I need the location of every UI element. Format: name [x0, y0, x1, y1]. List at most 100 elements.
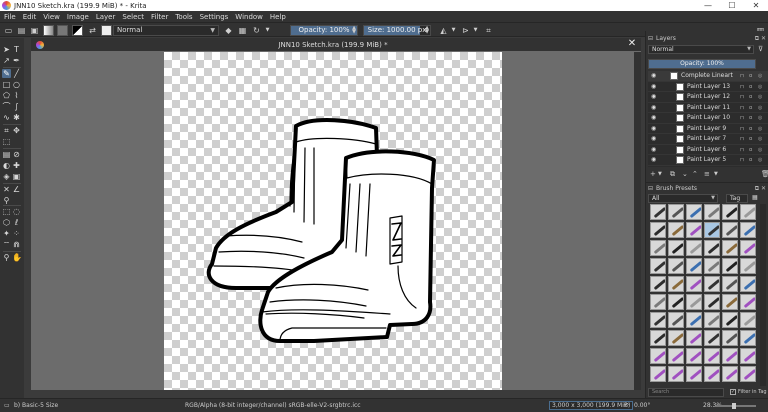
color-swatch[interactable]: [72, 25, 83, 36]
brush-preset-thumbnail[interactable]: [686, 222, 702, 238]
brush-preset-thumbnail[interactable]: [704, 348, 720, 364]
brush-preset-thumbnail[interactable]: [668, 366, 684, 382]
visibility-eye-icon[interactable]: ◉: [651, 104, 656, 111]
close-document-button[interactable]: ✕: [627, 38, 637, 50]
menu-view[interactable]: View: [43, 13, 60, 21]
crop-tool-icon[interactable]: ⌗: [2, 126, 11, 135]
brush-preset-thumbnail[interactable]: [686, 312, 702, 328]
zoom-tool-icon[interactable]: ⚲: [2, 253, 11, 262]
brush-preset-thumbnail[interactable]: [722, 330, 738, 346]
move-tool-icon[interactable]: ✥: [12, 126, 21, 135]
brush-preset-thumbnail[interactable]: [722, 294, 738, 310]
docker-float-icon[interactable]: ⊟: [648, 34, 653, 43]
brush-preset-thumbnail[interactable]: [668, 276, 684, 292]
layer-row[interactable]: ◉ Paint Layer 13 ⊓ α ◎: [648, 82, 768, 92]
tag-select[interactable]: Tag: [726, 194, 748, 203]
docker-close-icon[interactable]: ✕: [761, 184, 766, 193]
menu-layer[interactable]: Layer: [96, 13, 116, 21]
alpha-lock-icon[interactable]: α: [749, 113, 752, 123]
brush-preset-thumbnail[interactable]: [668, 330, 684, 346]
brush-preset-thumbnail[interactable]: [740, 204, 756, 220]
bezier-selection-tool-icon[interactable]: ⌔: [2, 240, 11, 249]
lock-icon[interactable]: ⊓: [740, 134, 744, 144]
brush-preset-thumbnail[interactable]: [650, 240, 666, 256]
polygonal-selection-tool-icon[interactable]: ⬡: [2, 218, 11, 227]
delete-layer-icon[interactable]: 🗑: [761, 169, 768, 179]
filter-in-tag-checkbox[interactable]: ✓: [730, 388, 736, 395]
brush-preset-thumbnail[interactable]: [740, 222, 756, 238]
swap-colors-icon[interactable]: ⇄: [88, 26, 97, 35]
alpha-lock-icon[interactable]: α: [749, 124, 752, 134]
mirror-horizontal-icon[interactable]: ◭: [439, 26, 448, 35]
alpha-lock-icon[interactable]: α: [749, 82, 752, 92]
brush-preset-thumbnail[interactable]: [650, 276, 666, 292]
vertical-scrollbar[interactable]: [634, 52, 641, 390]
edit-shapes-tool-icon[interactable]: ↗: [2, 56, 11, 65]
visibility-eye-icon[interactable]: ◉: [651, 156, 656, 163]
layer-row[interactable]: ◉ Paint Layer 5 ⊓ α ◎: [648, 155, 768, 166]
brush-preset-thumbnail[interactable]: [650, 348, 666, 364]
canvas[interactable]: [164, 52, 502, 390]
menu-filter[interactable]: Filter: [151, 13, 168, 21]
select-shapes-tool-icon[interactable]: ➤: [2, 45, 11, 54]
magnetic-selection-tool-icon[interactable]: ⋒: [12, 240, 21, 249]
brush-preset-thumbnail[interactable]: [686, 276, 702, 292]
pattern-selector[interactable]: [57, 25, 68, 36]
brush-preset-thumbnail[interactable]: [740, 348, 756, 364]
line-tool-icon[interactable]: ╱: [12, 69, 21, 78]
brush-preset-thumbnail[interactable]: [650, 330, 666, 346]
menu-select[interactable]: Select: [122, 13, 144, 21]
open-document-icon[interactable]: ▤: [17, 26, 26, 35]
size-slider[interactable]: Size: 1000.00 px ▲ ▼: [363, 25, 431, 36]
alpha-lock-icon[interactable]: α: [749, 145, 752, 155]
brush-preset-thumbnail[interactable]: [668, 222, 684, 238]
layer-row[interactable]: ◉ Paint Layer 7 ⊓ α ◎: [648, 134, 768, 145]
brush-preset-thumbnail[interactable]: [740, 276, 756, 292]
rotation-value[interactable]: 0.00°: [634, 399, 650, 412]
polyline-tool-icon[interactable]: ⌇: [12, 91, 21, 100]
brush-preset-thumbnail[interactable]: [722, 366, 738, 382]
brush-preset-thumbnail[interactable]: [722, 204, 738, 220]
brush-preset-thumbnail[interactable]: [740, 366, 756, 382]
brush-preset-thumbnail[interactable]: [650, 222, 666, 238]
calligraphy-tool-icon[interactable]: ✒: [12, 56, 21, 65]
alpha-lock-icon[interactable]: α: [749, 92, 752, 102]
alpha-lock-icon[interactable]: α: [749, 155, 752, 165]
brush-preset-thumbnail[interactable]: [704, 366, 720, 382]
brush-preset-thumbnail[interactable]: [704, 258, 720, 274]
docker-close-icon[interactable]: ✕: [761, 34, 766, 43]
lock-icon[interactable]: ⊓: [740, 103, 744, 113]
freehand-path-tool-icon[interactable]: ∫: [12, 102, 21, 111]
text-tool-icon[interactable]: T: [12, 45, 21, 54]
docker-detach-icon[interactable]: ⧉: [755, 184, 759, 193]
elliptical-selection-tool-icon[interactable]: ◌: [12, 207, 21, 216]
brush-search-input[interactable]: Search: [648, 388, 724, 397]
add-layer-icon[interactable]: +: [650, 169, 656, 179]
visibility-eye-icon[interactable]: ◉: [651, 135, 656, 142]
zoom-slider-knob[interactable]: [732, 403, 736, 409]
lock-icon[interactable]: ⊓: [740, 155, 744, 165]
brush-preset-thumbnail[interactable]: [722, 312, 738, 328]
color-picker-tool-icon[interactable]: ⊘: [12, 150, 21, 159]
spin-arrows-icon[interactable]: ▲ ▼: [425, 26, 429, 35]
inherit-alpha-icon[interactable]: ◎: [758, 145, 762, 155]
brush-preset-thumbnail[interactable]: [686, 294, 702, 310]
inherit-alpha-icon[interactable]: ◎: [758, 92, 762, 102]
brush-preset-thumbnail[interactable]: [722, 276, 738, 292]
spin-arrows-icon[interactable]: ▲ ▼: [352, 26, 356, 35]
document-tab[interactable]: JNN10 Sketch.kra (199.9 MiB) *: [33, 39, 633, 51]
brush-preset-thumbnail[interactable]: [686, 204, 702, 220]
similar-color-selection-tool-icon[interactable]: ⁘: [12, 229, 21, 238]
move-layer-down-icon[interactable]: ⌄: [682, 169, 688, 179]
inherit-alpha-icon[interactable]: ◎: [758, 71, 762, 81]
chevron-down-icon[interactable]: ▼: [263, 26, 272, 35]
eraser-icon[interactable]: ◆: [224, 26, 233, 35]
brush-preset-thumbnail[interactable]: [686, 258, 702, 274]
brush-preset-thumbnail[interactable]: [650, 258, 666, 274]
lock-icon[interactable]: ⊓: [740, 82, 744, 92]
rectangle-tool-icon[interactable]: □: [2, 80, 11, 89]
minimize-button[interactable]: —: [696, 1, 720, 10]
brush-preset-thumbnail[interactable]: [740, 294, 756, 310]
brush-preset-thumbnail[interactable]: [704, 330, 720, 346]
freehand-brush-tool-icon[interactable]: ✎: [2, 69, 11, 78]
